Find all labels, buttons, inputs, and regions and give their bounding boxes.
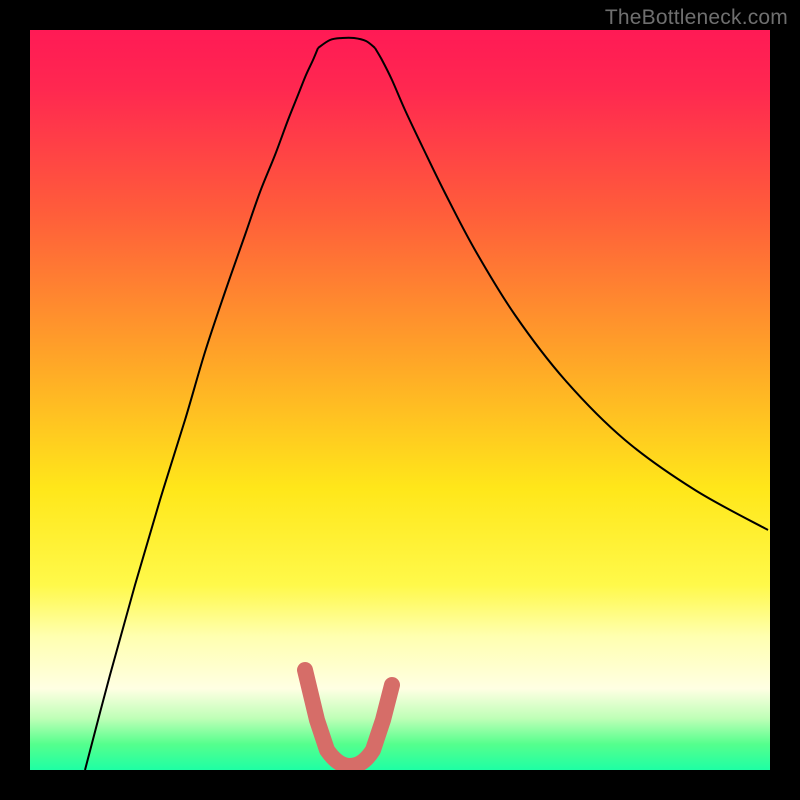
chart-frame: TheBottleneck.com	[0, 0, 800, 800]
curve-right-branch	[375, 48, 768, 530]
valley-markers	[305, 670, 392, 766]
curve-valley	[318, 38, 375, 48]
plot-area	[30, 30, 770, 770]
chart-svg	[30, 30, 770, 770]
watermark-text: TheBottleneck.com	[605, 6, 788, 30]
curve-left-branch	[85, 48, 318, 770]
